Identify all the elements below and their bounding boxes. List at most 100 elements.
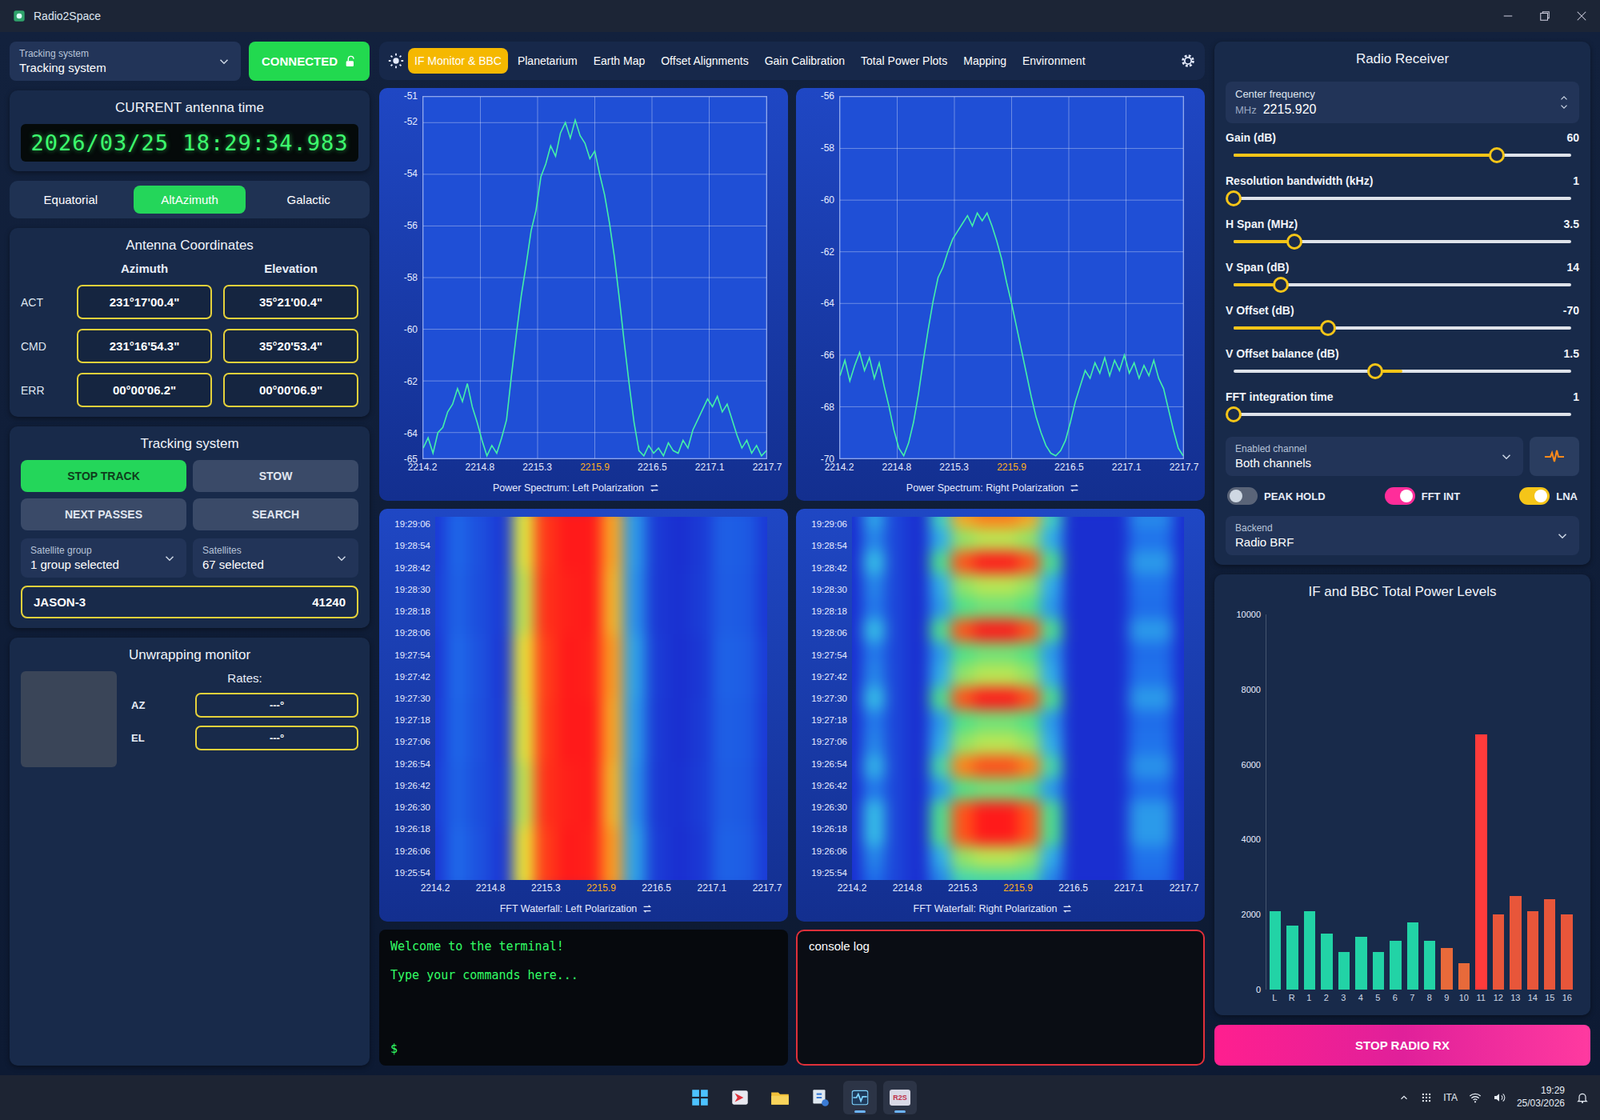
- backend-select[interactable]: BackendRadio BRF: [1225, 516, 1580, 556]
- taskbar-app[interactable]: R2S: [883, 1080, 917, 1115]
- chevron-down-icon: [1555, 528, 1570, 544]
- frame-tab[interactable]: Equatorial: [14, 185, 128, 214]
- tracking-button[interactable]: STOW: [192, 460, 359, 492]
- time-tick: 19:27:42: [394, 672, 431, 682]
- heat-cell: [852, 777, 864, 800]
- minimize-icon[interactable]: [1502, 10, 1514, 22]
- slider-thumb[interactable]: [1225, 190, 1242, 207]
- toggle-switch[interactable]: [1384, 487, 1416, 505]
- chevron-up-icon[interactable]: [1558, 92, 1570, 103]
- bar-label: 3: [1337, 992, 1350, 1003]
- heat-cell: [996, 687, 1019, 710]
- chevron-down-icon[interactable]: [1558, 102, 1570, 112]
- heat-cell: [1151, 596, 1174, 619]
- heat-cell: [1040, 709, 1063, 732]
- notification-bell-icon[interactable]: [1576, 1091, 1589, 1104]
- toggle[interactable]: FFT INT: [1384, 487, 1460, 505]
- bar-slot: [1527, 614, 1539, 990]
- heat-cell: [1151, 823, 1174, 846]
- slider-track[interactable]: [1233, 153, 1572, 157]
- signal-button[interactable]: [1529, 436, 1580, 476]
- tab[interactable]: IF Monitor & BBC: [408, 48, 508, 74]
- swap-icon[interactable]: [1068, 482, 1080, 494]
- slider-track[interactable]: [1233, 196, 1572, 200]
- slider-track[interactable]: [1233, 240, 1572, 244]
- center-frequency-field[interactable]: Center frequencyMHz2215.920: [1225, 81, 1580, 124]
- terminal[interactable]: Welcome to the terminal!Type your comman…: [379, 929, 788, 1066]
- taskbar-app[interactable]: [843, 1080, 877, 1115]
- slider-thumb[interactable]: [1225, 406, 1242, 423]
- heat-cell: [1040, 528, 1063, 551]
- taskbar-app[interactable]: [803, 1080, 837, 1115]
- connected-button[interactable]: CONNECTED: [248, 41, 370, 81]
- slider-fill: [1233, 153, 1497, 157]
- heat-cell: [668, 516, 691, 570]
- left-panel: Tracking systemTracking systemCONNECTEDC…: [9, 41, 370, 1066]
- slider-track[interactable]: [1233, 283, 1572, 287]
- active-indicator: [894, 1110, 906, 1113]
- tab[interactable]: Gain Calibration: [758, 48, 852, 74]
- satellite-select[interactable]: Satellites67 selected: [192, 538, 359, 578]
- slider-thumb[interactable]: [1286, 233, 1303, 250]
- close-icon[interactable]: [1576, 10, 1588, 22]
- heat-cell: [1151, 619, 1174, 642]
- toggle-switch[interactable]: [1519, 487, 1550, 505]
- toggle[interactable]: LNA: [1519, 487, 1578, 505]
- heat-cell: [1128, 573, 1152, 596]
- swap-icon[interactable]: [648, 482, 660, 494]
- tab[interactable]: Offset Alignments: [654, 48, 755, 74]
- clock[interactable]: 19:2925/03/2026: [1516, 1084, 1565, 1110]
- heat-cell: [1172, 687, 1184, 710]
- unwrapping-card: Unwrapping monitorRates:AZ---°EL---°: [9, 637, 370, 1066]
- heat-cell: [1062, 551, 1085, 574]
- slider-track[interactable]: [1233, 326, 1572, 330]
- frame-tab[interactable]: AltAzimuth: [133, 185, 247, 214]
- slider-track[interactable]: [1233, 412, 1572, 416]
- chevron-up-icon[interactable]: [1398, 1092, 1410, 1104]
- theme-sun-icon[interactable]: [387, 52, 405, 70]
- slider-thumb[interactable]: [1488, 147, 1505, 164]
- restore-icon[interactable]: [1539, 10, 1551, 22]
- taskbar-app[interactable]: [763, 1080, 797, 1115]
- frame-tab[interactable]: Galactic: [252, 185, 365, 214]
- taskbar-app[interactable]: [683, 1080, 717, 1115]
- apps-grid-icon[interactable]: [1420, 1092, 1432, 1104]
- swap-icon[interactable]: [641, 903, 653, 915]
- slider-track[interactable]: [1233, 369, 1572, 373]
- heat-cell: [852, 800, 864, 824]
- tracking-button[interactable]: NEXT PASSES: [20, 498, 187, 531]
- grid-line: [423, 96, 424, 459]
- swap-icon[interactable]: [1061, 903, 1073, 915]
- tracking-button[interactable]: SEARCH: [192, 498, 359, 531]
- satellite-row[interactable]: JASON-341240: [20, 585, 359, 619]
- heat-cell: [929, 823, 952, 846]
- toggle-switch[interactable]: [1227, 487, 1258, 505]
- heat-cell: [1018, 732, 1041, 756]
- tracking-button[interactable]: STOP TRACK: [20, 460, 187, 492]
- speaker-icon[interactable]: [1492, 1091, 1506, 1104]
- satellite-select[interactable]: Satellite group1 group selected: [20, 538, 187, 578]
- heat-cell: [534, 698, 557, 763]
- tab[interactable]: Mapping: [956, 48, 1013, 74]
- keyboard-language[interactable]: ITA: [1443, 1092, 1458, 1104]
- heat-cell: [1106, 709, 1129, 732]
- tab[interactable]: Planetarium: [511, 48, 584, 74]
- x-axis: 2214.22214.82215.32215.92216.52217.12217…: [435, 880, 768, 898]
- stop-radio-button[interactable]: STOP RADIO RX: [1214, 1024, 1591, 1066]
- slider-thumb[interactable]: [1272, 276, 1289, 293]
- channel-select[interactable]: Enabled channelBoth channels: [1225, 436, 1524, 476]
- wifi-icon[interactable]: [1468, 1091, 1482, 1104]
- heat-cell: [1084, 664, 1108, 687]
- tab[interactable]: Total Power Plots: [854, 48, 954, 74]
- tab[interactable]: Environment: [1016, 48, 1092, 74]
- tab[interactable]: Earth Map: [587, 48, 652, 74]
- heat-cell: [1084, 596, 1108, 619]
- toggle[interactable]: PEAK HOLD: [1227, 487, 1326, 505]
- tracking-select[interactable]: Tracking systemTracking system: [9, 41, 241, 81]
- settings-gear-icon[interactable]: [1179, 52, 1197, 70]
- taskbar-app[interactable]: [723, 1080, 757, 1115]
- slider-thumb[interactable]: [1367, 363, 1384, 380]
- heat-cell: [996, 551, 1019, 574]
- heat-cell: [623, 762, 646, 827]
- slider-thumb[interactable]: [1320, 320, 1336, 336]
